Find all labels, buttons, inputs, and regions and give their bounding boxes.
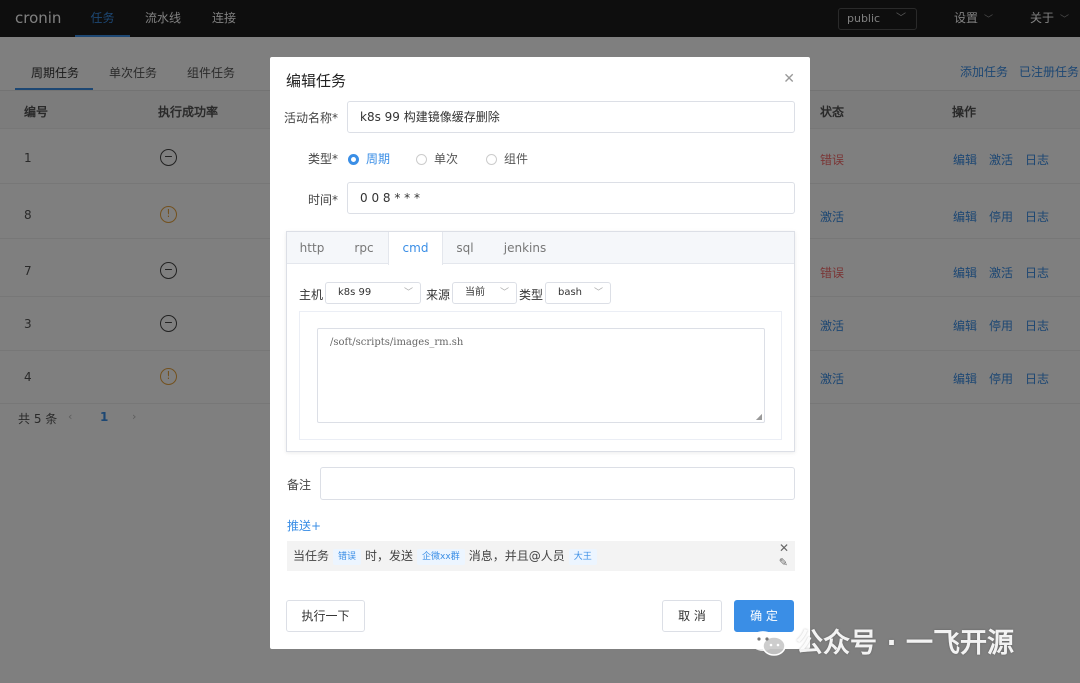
rule-prefix: 当任务 bbox=[293, 549, 330, 563]
resize-handle-icon[interactable]: ◢ bbox=[756, 412, 762, 421]
shell-type-label: 类型 bbox=[519, 288, 544, 302]
remove-rule-icon[interactable]: ✕ bbox=[779, 541, 789, 555]
tab-http[interactable]: http bbox=[287, 232, 337, 264]
push-rule: 当任务 错误 时，发送 企微xx群 消息，并且@人员 大王 ✕ ✎ bbox=[287, 541, 795, 571]
host-value: k8s 99 bbox=[338, 287, 372, 298]
host-select[interactable]: k8s 99 ﹀ bbox=[325, 282, 421, 304]
chevron-down-icon: ﹀ bbox=[499, 288, 509, 298]
wechat-icon bbox=[751, 631, 786, 656]
tab-rpc[interactable]: rpc bbox=[339, 232, 389, 264]
confirm-button[interactable]: 确 定 bbox=[734, 600, 794, 632]
time-label: 时间* bbox=[307, 193, 338, 207]
shell-type-value: bash bbox=[558, 287, 583, 298]
chevron-down-icon: ﹀ bbox=[403, 288, 413, 298]
edit-task-dialog: 编辑任务 ✕ 活动名称* k8s 99 构建镜像缓存删除 类型* 周期 单次 组… bbox=[270, 57, 810, 649]
cancel-button[interactable]: 取 消 bbox=[662, 600, 722, 632]
type-radio-single[interactable]: 单次 bbox=[416, 150, 458, 167]
run-once-button[interactable]: 执行一下 bbox=[286, 600, 365, 632]
cron-input[interactable]: 0 0 8 * * * bbox=[347, 182, 795, 214]
script-panel: /soft/scripts/images_rm.sh ◢ bbox=[299, 311, 782, 440]
radio-unchecked-icon bbox=[486, 154, 497, 165]
rule-user-tag: 大王 bbox=[568, 549, 597, 565]
name-label: 活动名称* bbox=[283, 111, 338, 125]
type-label: 类型* bbox=[307, 152, 338, 166]
rule-text: 消息，并且@人员 bbox=[468, 549, 565, 563]
rule-status-tag: 错误 bbox=[333, 549, 362, 565]
add-push-button[interactable]: 推送+ bbox=[287, 517, 321, 534]
remark-label: 备注 bbox=[286, 478, 311, 492]
host-label: 主机 bbox=[299, 288, 324, 302]
protocol-tabs-card: http rpc cmd sql jenkins 主机 k8s 99 ﹀ 来源 当… bbox=[286, 231, 795, 452]
protocol-tab-bar: http rpc cmd sql jenkins bbox=[287, 232, 794, 265]
radio-unchecked-icon bbox=[416, 154, 427, 165]
tab-sql[interactable]: sql bbox=[445, 232, 485, 264]
tab-jenkins[interactable]: jenkins bbox=[495, 232, 555, 264]
remark-input[interactable] bbox=[320, 467, 795, 500]
shell-type-select[interactable]: bash ﹀ bbox=[545, 282, 611, 304]
radio-label: 周期 bbox=[366, 152, 391, 166]
radio-label: 组件 bbox=[504, 152, 529, 166]
source-select[interactable]: 当前 ﹀ bbox=[452, 282, 517, 304]
radio-checked-icon bbox=[348, 154, 359, 165]
close-icon[interactable]: ✕ bbox=[783, 71, 795, 87]
dialog-title: 编辑任务 bbox=[286, 72, 347, 90]
source-label: 来源 bbox=[426, 288, 451, 302]
tab-cmd[interactable]: cmd bbox=[388, 232, 443, 265]
radio-label: 单次 bbox=[434, 152, 459, 166]
type-radio-component[interactable]: 组件 bbox=[486, 150, 528, 167]
type-radio-periodic[interactable]: 周期 bbox=[348, 150, 390, 167]
script-text: /soft/scripts/images_rm.sh bbox=[330, 337, 464, 348]
source-value: 当前 bbox=[465, 287, 485, 298]
name-input[interactable]: k8s 99 构建镜像缓存删除 bbox=[347, 101, 795, 133]
edit-pencil-icon[interactable]: ✎ bbox=[779, 556, 788, 570]
watermark-text: 公众号 · 一飞开源 bbox=[796, 628, 1015, 659]
rule-text: 时，发送 bbox=[365, 549, 414, 563]
script-textarea[interactable]: /soft/scripts/images_rm.sh ◢ bbox=[317, 328, 765, 423]
chevron-down-icon: ﹀ bbox=[593, 288, 603, 298]
rule-channel-tag: 企微xx群 bbox=[417, 549, 465, 565]
